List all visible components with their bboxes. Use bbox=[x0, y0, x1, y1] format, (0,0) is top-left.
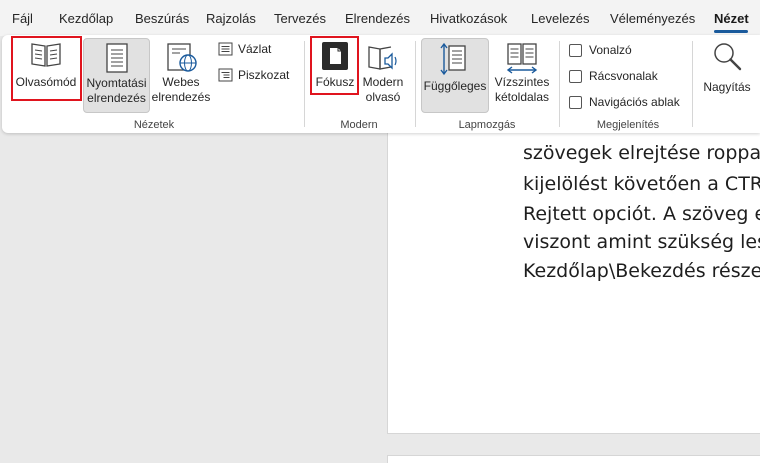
tab-home[interactable]: Kezdőlap bbox=[59, 11, 113, 26]
document-line: kijelölést követően a CTRL+ bbox=[523, 173, 760, 195]
tab-layout[interactable]: Elrendezés bbox=[345, 11, 410, 26]
gridlines-checkbox-box[interactable] bbox=[569, 69, 582, 83]
document-page[interactable]: szövegek elrejtése roppant kijelölést kö… bbox=[387, 110, 760, 434]
active-tab-indicator bbox=[714, 30, 748, 33]
vertical-button[interactable]: Függőleges bbox=[421, 38, 489, 113]
print-layout-label-1: Nyomtatási bbox=[86, 76, 147, 90]
menu-bar: Fájl Kezdőlap Beszúrás Rajzolás Tervezés… bbox=[0, 0, 760, 36]
magnifier-icon bbox=[714, 43, 742, 71]
immersive-reader-label-1: Modern bbox=[362, 75, 404, 89]
group-label-immersive: Modern bbox=[340, 119, 378, 131]
draft-label: Vázlat bbox=[238, 42, 272, 56]
side-to-side-icon bbox=[506, 43, 538, 74]
draft-button[interactable]: Vázlat bbox=[218, 42, 271, 56]
tab-view[interactable]: Nézet bbox=[714, 11, 749, 26]
outline-icon bbox=[218, 68, 233, 82]
tab-references[interactable]: Hivatkozások bbox=[430, 11, 507, 26]
group-separator bbox=[692, 41, 693, 127]
side-to-side-button[interactable]: Vízszintes kétoldalas bbox=[491, 38, 553, 113]
print-layout-label-2: elrendezés bbox=[87, 91, 146, 105]
document-line: viszont amint szükség lesz bbox=[523, 231, 760, 253]
group-label-views: Nézetek bbox=[133, 119, 175, 131]
group-separator bbox=[559, 41, 560, 127]
outline-button[interactable]: Piszkozat bbox=[218, 68, 289, 82]
vertical-label: Függőleges bbox=[423, 79, 487, 93]
group-label-show: Megjelenítés bbox=[596, 119, 660, 131]
gridlines-label: Rácsvonalak bbox=[589, 69, 658, 83]
ruler-label: Vonalzó bbox=[589, 43, 632, 57]
highlight-box-focus bbox=[310, 36, 359, 95]
zoom-button[interactable]: Nagyítás bbox=[698, 38, 756, 98]
document-line: Kezdőlap\Bekezdés részen bbox=[523, 260, 760, 282]
web-layout-icon bbox=[167, 43, 197, 72]
print-layout-button[interactable]: Nyomtatási elrendezés bbox=[83, 38, 150, 113]
navigation-pane-checkbox[interactable]: Navigációs ablak bbox=[569, 95, 680, 109]
immersive-reader-button[interactable]: Modern olvasó bbox=[358, 38, 408, 113]
zoom-label: Nagyítás bbox=[703, 80, 751, 94]
navigation-pane-label: Navigációs ablak bbox=[589, 95, 680, 109]
web-layout-label-1: Webes bbox=[162, 75, 200, 89]
gridlines-checkbox[interactable]: Rácsvonalak bbox=[569, 69, 658, 83]
group-label-page-movement: Lapmozgás bbox=[458, 119, 516, 131]
highlight-box-reading-mode bbox=[11, 36, 82, 101]
page-layout-icon bbox=[105, 43, 128, 73]
group-separator bbox=[304, 41, 305, 127]
web-layout-button[interactable]: Webes elrendezés bbox=[150, 38, 212, 113]
document-line: szövegek elrejtése roppant bbox=[523, 142, 760, 164]
ruler-checkbox[interactable]: Vonalzó bbox=[569, 43, 632, 57]
document-line: Rejtett opciót. A szöveg enn bbox=[523, 203, 760, 225]
immersive-reader-label-2: olvasó bbox=[365, 90, 401, 104]
immersive-reader-icon bbox=[368, 46, 397, 70]
tab-draw[interactable]: Rajzolás bbox=[206, 11, 256, 26]
vertical-scroll-icon bbox=[440, 42, 466, 76]
tab-review[interactable]: Véleményezés bbox=[610, 11, 695, 26]
outline-label: Piszkozat bbox=[238, 68, 290, 82]
tab-mailings[interactable]: Levelezés bbox=[531, 11, 590, 26]
side-to-side-label-2: kétoldalas bbox=[494, 90, 550, 104]
ribbon-view: Olvasómód Nyomtatási elrendezés Webes el… bbox=[2, 35, 760, 133]
web-layout-label-2: elrendezés bbox=[151, 90, 211, 104]
document-next-page bbox=[387, 455, 760, 463]
ruler-checkbox-box[interactable] bbox=[569, 43, 582, 57]
tab-insert[interactable]: Beszúrás bbox=[135, 11, 189, 26]
group-separator bbox=[415, 41, 416, 127]
side-to-side-label-1: Vízszintes bbox=[494, 75, 550, 89]
tab-file[interactable]: Fájl bbox=[12, 11, 33, 26]
tab-design[interactable]: Tervezés bbox=[274, 11, 326, 26]
navigation-pane-checkbox-box[interactable] bbox=[569, 95, 582, 109]
draft-icon bbox=[218, 42, 233, 56]
